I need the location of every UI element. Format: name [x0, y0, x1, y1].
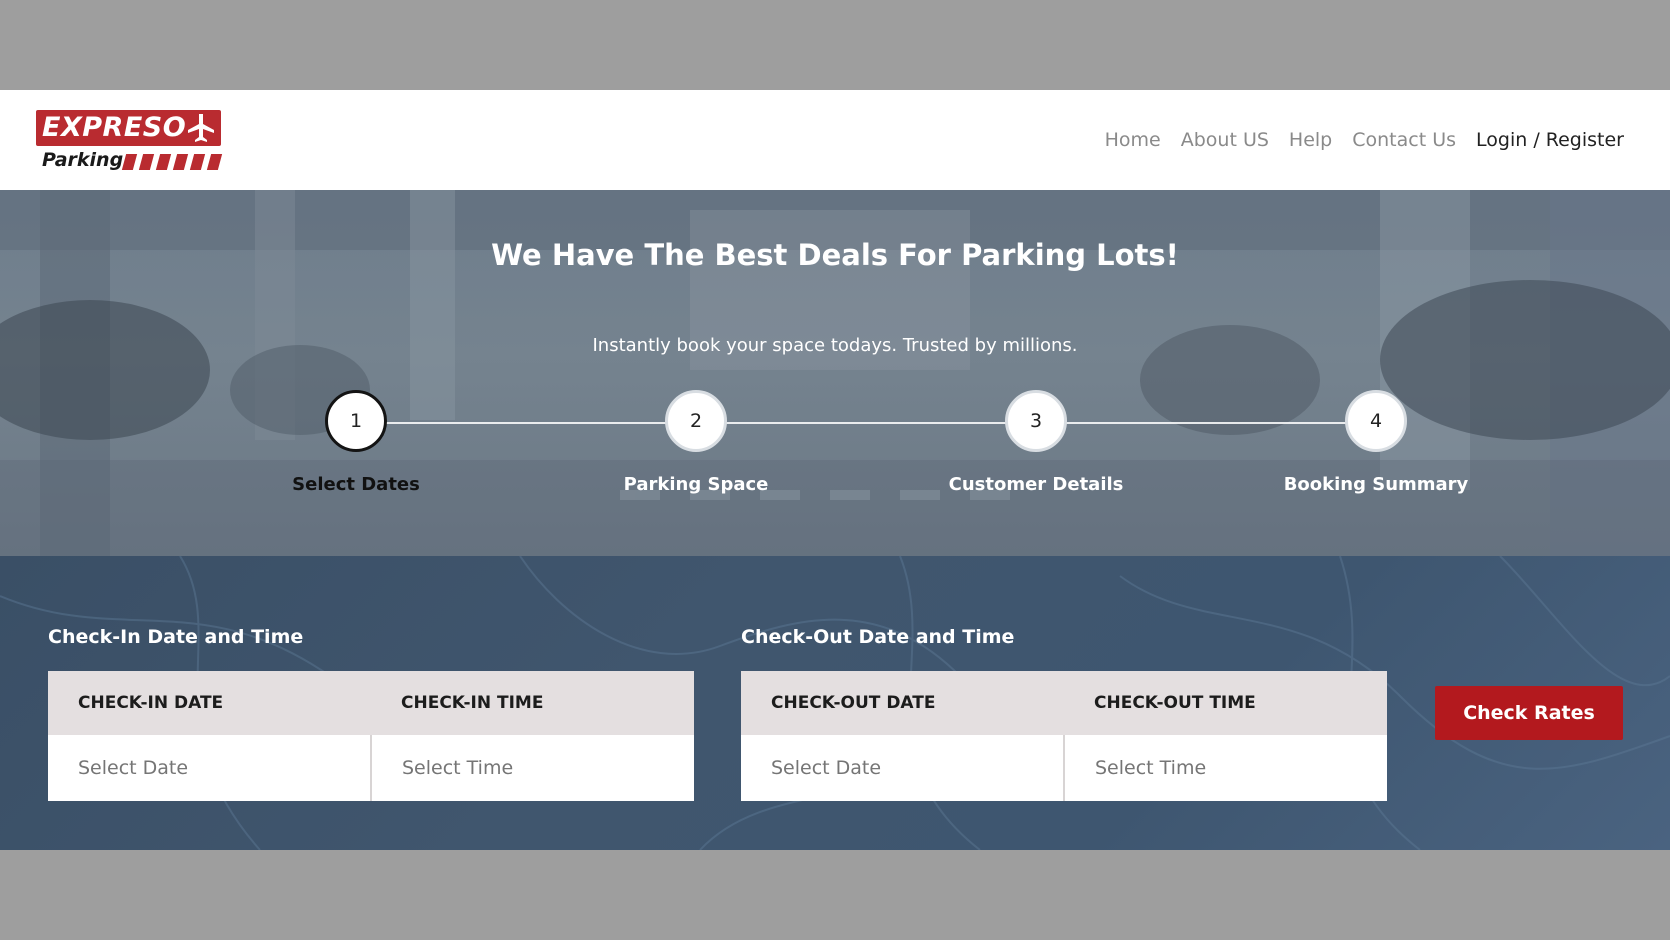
brand-logo[interactable]: EXPRESO Parking [36, 110, 223, 172]
check-rates-button[interactable]: Check Rates [1435, 686, 1623, 740]
logo-subtitle: Parking [42, 149, 124, 171]
nav-help[interactable]: Help [1289, 129, 1332, 151]
step-label: Booking Summary [1283, 474, 1469, 495]
logo-stripes [121, 154, 223, 170]
logo-subline: Parking [36, 148, 223, 172]
checkout-date-input[interactable] [741, 735, 1063, 801]
nav-login-register[interactable]: Login / Register [1476, 129, 1624, 151]
progress-line [356, 422, 1376, 424]
step-customer-details[interactable]: 3 Customer Details [926, 390, 1146, 495]
nav-about-us[interactable]: About US [1181, 129, 1269, 151]
nav-contact-us[interactable]: Contact Us [1352, 129, 1456, 151]
checkin-date-label: CHECK-IN DATE [78, 693, 224, 713]
main-nav: Home About US Help Contact Us Login / Re… [1105, 90, 1624, 190]
checkin-fields: CHECK-IN DATE CHECK-IN TIME [48, 671, 694, 801]
checkout-group-title: Check-Out Date and Time [741, 626, 1015, 648]
checkout-date-label: CHECK-OUT DATE [771, 693, 936, 713]
step-circle: 1 [325, 390, 387, 452]
checkin-time-label: CHECK-IN TIME [401, 693, 544, 713]
checkin-group-title: Check-In Date and Time [48, 626, 304, 648]
checkout-header: CHECK-OUT DATE CHECK-OUT TIME [741, 671, 1387, 735]
airplane-icon [188, 114, 214, 142]
checkout-time-label: CHECK-OUT TIME [1094, 693, 1256, 713]
checkin-header: CHECK-IN DATE CHECK-IN TIME [48, 671, 694, 735]
step-label: Parking Space [623, 474, 769, 495]
checkin-date-input[interactable] [48, 735, 370, 801]
step-parking-space[interactable]: 2 Parking Space [586, 390, 806, 495]
checkout-fields: CHECK-OUT DATE CHECK-OUT TIME [741, 671, 1387, 801]
step-circle: 4 [1345, 390, 1407, 452]
step-select-dates[interactable]: 1 Select Dates [246, 390, 466, 495]
page: EXPRESO Parking Home About US Help Conta… [0, 90, 1670, 850]
nav-home[interactable]: Home [1105, 129, 1161, 151]
checkout-time-input[interactable] [1065, 735, 1387, 801]
step-circle: 2 [665, 390, 727, 452]
logo-title: EXPRESO [42, 112, 187, 143]
step-label: Customer Details [948, 474, 1124, 495]
step-label: Select Dates [292, 474, 420, 495]
hero-title: We Have The Best Deals For Parking Lots! [491, 238, 1179, 272]
site-header: EXPRESO Parking Home About US Help Conta… [0, 90, 1670, 190]
hero-section: We Have The Best Deals For Parking Lots!… [0, 190, 1670, 556]
hero-subtitle: Instantly book your space todays. Truste… [592, 335, 1078, 356]
booking-form: Check-In Date and Time CHECK-IN DATE CHE… [0, 556, 1670, 850]
step-circle: 3 [1005, 390, 1067, 452]
checkin-time-input[interactable] [372, 735, 694, 801]
logo-wordmark: EXPRESO [36, 110, 221, 146]
step-booking-summary[interactable]: 4 Booking Summary [1266, 390, 1486, 495]
